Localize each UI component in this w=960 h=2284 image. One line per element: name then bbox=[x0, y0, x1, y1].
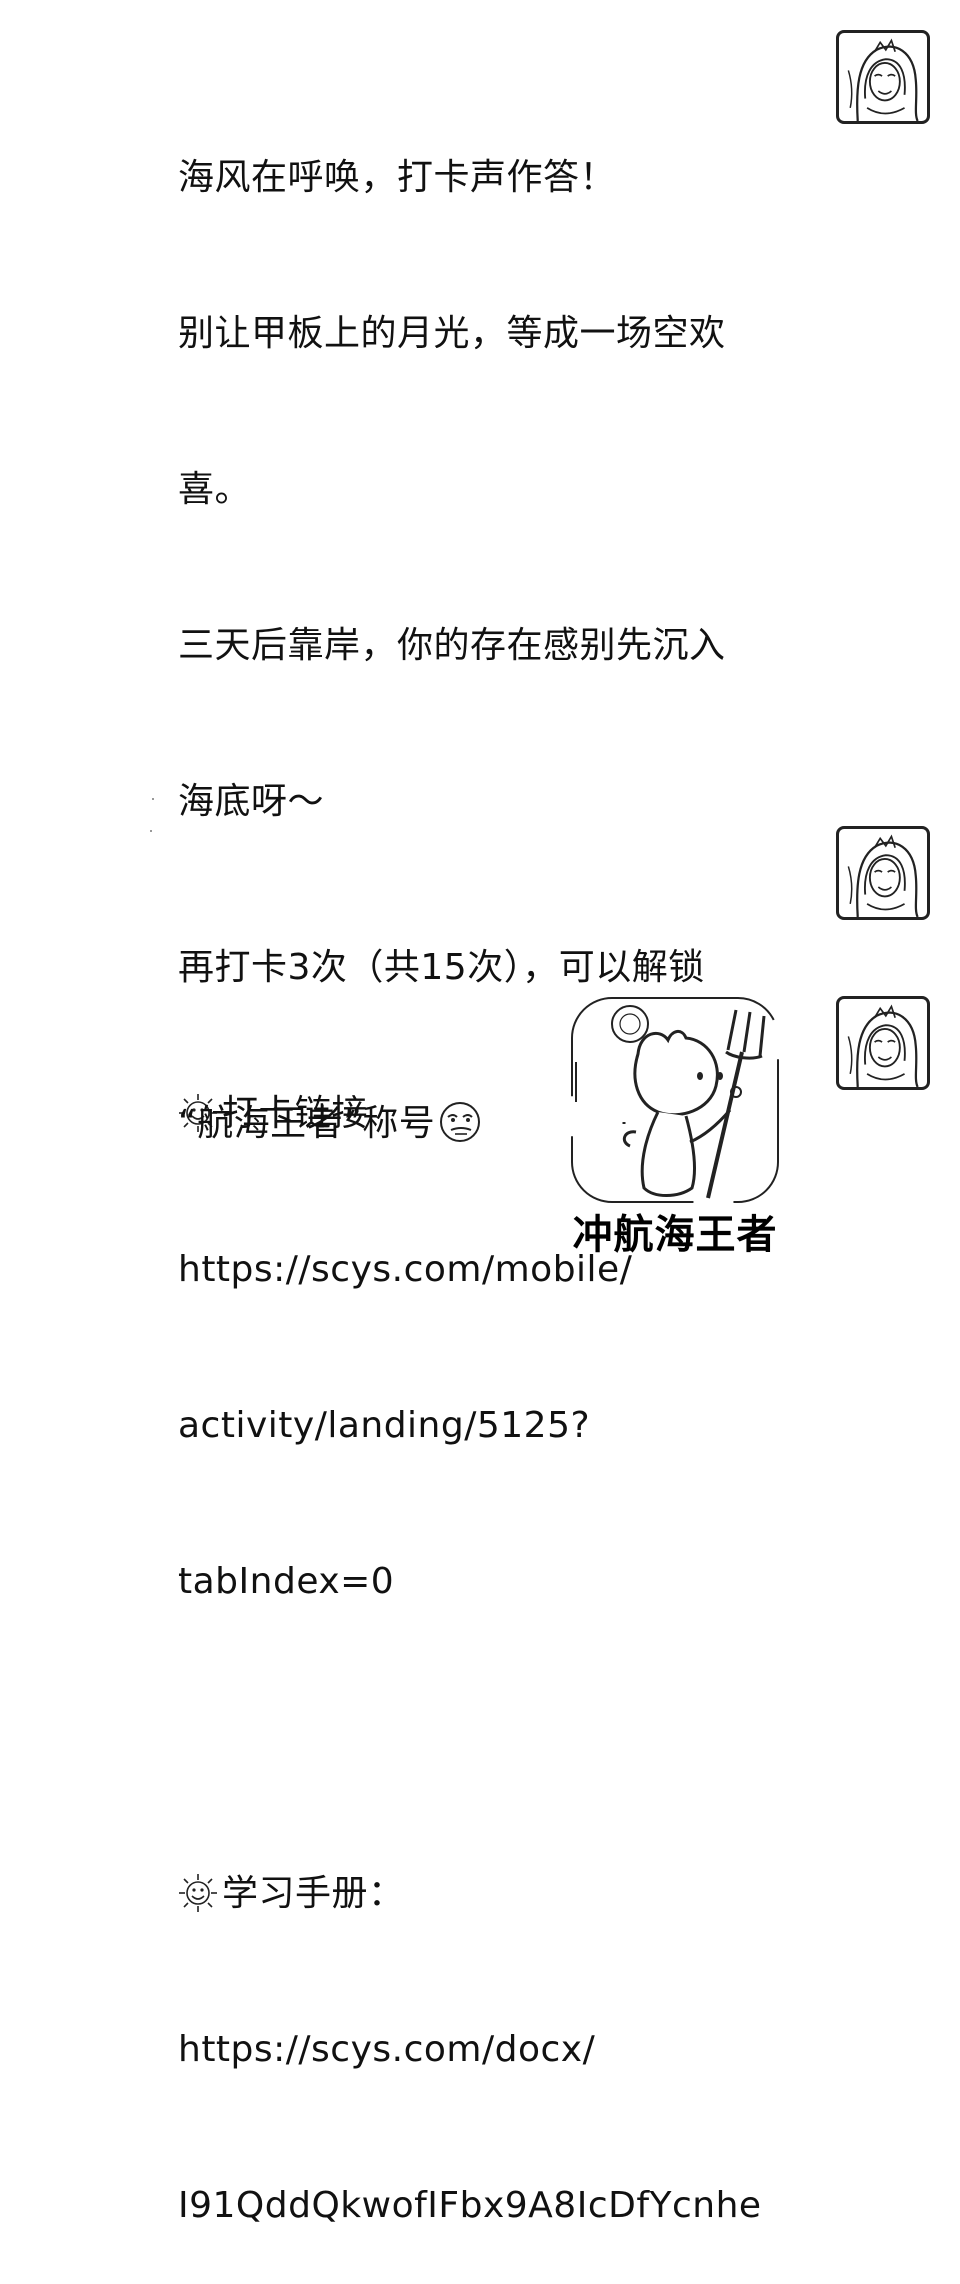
mermaid-avatar-icon bbox=[839, 829, 927, 917]
title-unlock-text: “航海王者”称号 bbox=[178, 1103, 436, 1144]
checkin-link-url[interactable]: activity/landing/5125? bbox=[178, 1400, 788, 1452]
message-line: 三天后靠岸，你的存在感别先沉入 bbox=[178, 625, 726, 666]
scan-artifact bbox=[152, 798, 154, 800]
mermaid-avatar-icon bbox=[839, 999, 927, 1087]
handbook-label: 学习手册： bbox=[222, 1873, 405, 1914]
message-line: 喜。 bbox=[178, 469, 252, 510]
handbook-heading: 学习手册： bbox=[178, 1868, 788, 1920]
sticker-caption: 冲航海王者 bbox=[572, 1212, 778, 1258]
sender-avatar[interactable] bbox=[836, 996, 930, 1090]
handbook-url[interactable]: I91QddQkwofIFbx9A8IcDfYcnhe bbox=[178, 2180, 788, 2232]
message-line: 海底呀～ bbox=[178, 781, 325, 822]
trident-cat-sticker bbox=[571, 997, 779, 1203]
message-line: 别让甲板上的月光，等成一场空欢 bbox=[178, 313, 726, 354]
sun-emoji-icon bbox=[178, 1873, 218, 1913]
sender-avatar[interactable] bbox=[836, 30, 930, 124]
checkin-link-url[interactable]: tabIndex=0 bbox=[178, 1556, 788, 1608]
message-line: 再打卡3次（共15次），可以解锁 bbox=[178, 947, 705, 988]
handbook-url[interactable]: https://scys.com/docx/ bbox=[178, 2024, 788, 2076]
mermaid-avatar-icon bbox=[839, 33, 927, 121]
sender-avatar[interactable] bbox=[836, 826, 930, 920]
smirk-emoji-icon bbox=[440, 1102, 481, 1142]
scan-artifact bbox=[150, 830, 152, 832]
message-line: 海风在呼唤，打卡声作答！ bbox=[178, 157, 617, 198]
sticker-message[interactable]: 冲航海王者 bbox=[568, 992, 782, 1262]
